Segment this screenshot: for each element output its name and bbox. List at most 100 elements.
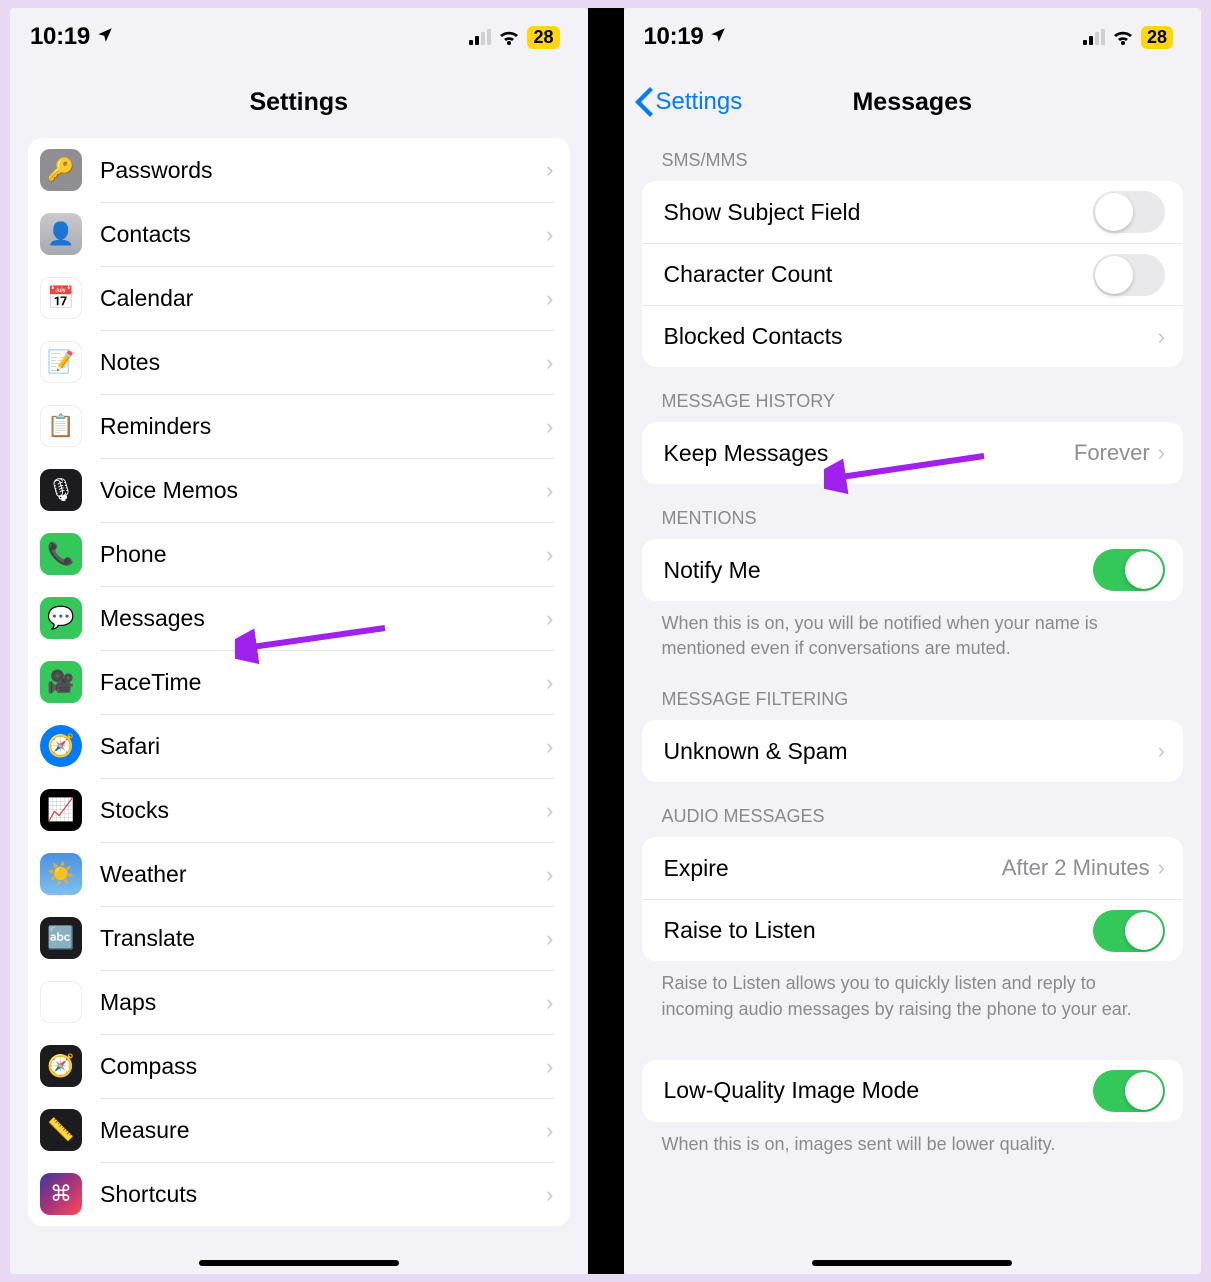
chevron-right-icon: › — [546, 1118, 553, 1144]
status-bar: 10:19 28 — [624, 8, 1202, 66]
char-count-toggle[interactable] — [1093, 254, 1165, 296]
row-label: Show Subject Field — [664, 199, 1094, 226]
chevron-right-icon: › — [546, 286, 553, 312]
chevron-right-icon: › — [546, 222, 553, 248]
show-subject-toggle[interactable] — [1093, 191, 1165, 233]
clock: 10:19 — [644, 23, 704, 51]
chevron-right-icon: › — [546, 670, 553, 696]
maps-icon: 🗺 — [40, 981, 82, 1023]
settings-row-voice-memos[interactable]: 🎙Voice Memos› — [28, 458, 570, 522]
calendar-icon: 📅 — [40, 277, 82, 319]
row-label: Weather — [100, 861, 546, 888]
row-label: Keep Messages — [664, 440, 1074, 467]
settings-row-maps[interactable]: 🗺Maps› — [28, 970, 570, 1034]
row-label: Phone — [100, 541, 546, 568]
row-label: Translate — [100, 925, 546, 952]
settings-row-translate[interactable]: 🔤 Translate› — [28, 906, 570, 970]
settings-row-messages[interactable]: 💬Messages› — [28, 586, 570, 650]
row-label: Raise to Listen — [664, 917, 1094, 944]
row-label: Character Count — [664, 261, 1094, 288]
settings-screen: 10:19 28 Settings 🔑Passwords›👤Contacts›📅… — [10, 8, 588, 1274]
row-raise[interactable]: Raise to Listen — [642, 899, 1184, 961]
section-footer: Raise to Listen allows you to quickly li… — [624, 961, 1202, 1025]
row-label: FaceTime — [100, 669, 546, 696]
chevron-right-icon: › — [546, 926, 553, 952]
row-label: Calendar — [100, 285, 546, 312]
page-title: Messages — [852, 88, 972, 117]
section-header: MENTIONS — [624, 484, 1202, 539]
measure-icon: 📏 — [40, 1109, 82, 1151]
settings-row-contacts[interactable]: 👤 Contacts› — [28, 202, 570, 266]
section-card: ExpireAfter 2 Minutes› Raise to Listen — [642, 837, 1184, 961]
messages-icon: 💬 — [40, 597, 82, 639]
page-title: Settings — [249, 88, 348, 117]
notify-toggle[interactable] — [1093, 549, 1165, 591]
settings-row-measure[interactable]: 📏 Measure› — [28, 1098, 570, 1162]
wifi-icon — [497, 28, 521, 46]
home-indicator — [199, 1260, 399, 1266]
settings-row-phone[interactable]: 📞Phone› — [28, 522, 570, 586]
settings-row-safari[interactable]: 🧭Safari› — [28, 714, 570, 778]
row-label: Passwords — [100, 157, 546, 184]
chevron-right-icon: › — [546, 606, 553, 632]
contacts-icon: 👤 — [40, 213, 82, 255]
battery-icon: 28 — [527, 26, 559, 49]
section-card: Notify Me — [642, 539, 1184, 601]
row-label: Maps — [100, 989, 546, 1016]
row-label: Measure — [100, 1117, 546, 1144]
settings-row-notes[interactable]: 📝 Notes› — [28, 330, 570, 394]
row-keep[interactable]: Keep MessagesForever› — [642, 422, 1184, 484]
battery-icon: 28 — [1141, 26, 1173, 49]
settings-list: 🔑Passwords›👤Contacts›📅Calendar›📝Notes›📋R… — [28, 138, 570, 1226]
raise-toggle[interactable] — [1093, 910, 1165, 952]
passwords-icon: 🔑 — [40, 149, 82, 191]
settings-row-compass[interactable]: 🧭Compass› — [28, 1034, 570, 1098]
row-value: Forever — [1074, 440, 1150, 466]
row-notify[interactable]: Notify Me — [642, 539, 1184, 601]
chevron-right-icon: › — [546, 862, 553, 888]
facetime-icon: 🎥 — [40, 661, 82, 703]
row-label: Low-Quality Image Mode — [664, 1077, 1094, 1104]
translate-icon: 🔤 — [40, 917, 82, 959]
lowq-toggle[interactable] — [1093, 1070, 1165, 1112]
weather-icon: ☀️ — [40, 853, 82, 895]
row-char-count[interactable]: Character Count — [642, 243, 1184, 305]
row-lowq[interactable]: Low-Quality Image Mode — [642, 1060, 1184, 1122]
row-label: Safari — [100, 733, 546, 760]
row-label: Contacts — [100, 221, 546, 248]
chevron-right-icon: › — [546, 157, 553, 183]
compass-icon: 🧭 — [40, 1045, 82, 1087]
settings-row-calendar[interactable]: 📅 Calendar› — [28, 266, 570, 330]
row-label: Compass — [100, 1053, 546, 1080]
row-show-subject[interactable]: Show Subject Field — [642, 181, 1184, 243]
settings-row-passwords[interactable]: 🔑 Passwords› — [28, 138, 570, 202]
back-button[interactable]: Settings — [634, 87, 743, 117]
shortcuts-icon: ⌘ — [40, 1173, 82, 1215]
row-expire[interactable]: ExpireAfter 2 Minutes› — [642, 837, 1184, 899]
nav-bar: Settings Messages — [624, 66, 1202, 138]
nav-bar: Settings — [10, 66, 588, 138]
location-icon — [709, 23, 727, 51]
settings-row-stocks[interactable]: 📈Stocks› — [28, 778, 570, 842]
notes-icon: 📝 — [40, 341, 82, 383]
chevron-right-icon: › — [546, 1182, 553, 1208]
row-label: Expire — [664, 855, 1002, 882]
settings-row-reminders[interactable]: 📋Reminders› — [28, 394, 570, 458]
row-label: Unknown & Spam — [664, 738, 1158, 765]
chevron-right-icon: › — [1158, 738, 1165, 764]
section-footer: When this is on, you will be notified wh… — [624, 601, 1202, 665]
settings-row-shortcuts[interactable]: ⌘Shortcuts› — [28, 1162, 570, 1226]
row-unknown[interactable]: Unknown & Spam› — [642, 720, 1184, 782]
section-card: Show Subject Field Character Count Blocked… — [642, 181, 1184, 367]
settings-row-facetime[interactable]: 🎥 FaceTime› — [28, 650, 570, 714]
wifi-icon — [1111, 28, 1135, 46]
chevron-right-icon: › — [1158, 324, 1165, 350]
back-label: Settings — [656, 88, 743, 116]
safari-icon: 🧭 — [40, 725, 82, 767]
chevron-right-icon: › — [546, 798, 553, 824]
row-blocked[interactable]: Blocked Contacts› — [642, 305, 1184, 367]
settings-row-weather[interactable]: ☀️ Weather› — [28, 842, 570, 906]
chevron-right-icon: › — [546, 350, 553, 376]
row-label: Notes — [100, 349, 546, 376]
section-header: MESSAGE HISTORY — [624, 367, 1202, 422]
